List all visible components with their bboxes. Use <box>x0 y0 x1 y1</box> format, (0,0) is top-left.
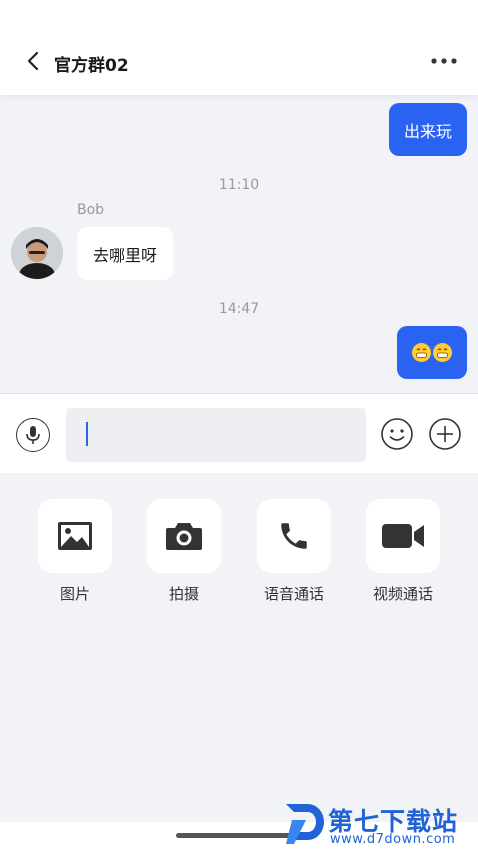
watermark: 第七下载站 www.d7down.com <box>282 798 478 850</box>
more-button[interactable] <box>428 50 460 72</box>
camera-icon <box>166 523 202 550</box>
d7-logo-icon <box>286 804 324 844</box>
message-input[interactable] <box>66 408 366 462</box>
chat-header: 官方群02 <box>0 0 478 95</box>
more-horizontal-icon <box>431 58 457 64</box>
tool-voice-call[interactable]: 语音通话 <box>257 499 331 604</box>
grinning-emoji-icon <box>412 343 431 362</box>
tool-image-button[interactable] <box>38 499 112 573</box>
message-timestamp: 11:10 <box>218 177 260 193</box>
message-timestamp: 14:47 <box>218 301 260 317</box>
message-text: 去哪里呀 <box>92 245 157 265</box>
emoji-message <box>411 343 453 362</box>
user-avatar-image <box>11 227 63 279</box>
grinning-emoji-icon <box>433 343 452 362</box>
emoji-button[interactable] <box>380 417 414 451</box>
tool-label: 视频通话 <box>372 585 433 603</box>
message-list[interactable]: 出来玩 11:10 Bob 去哪里呀 14:47 <box>0 95 478 393</box>
microphone-icon <box>26 426 40 444</box>
tool-camera[interactable]: 拍摄 <box>147 499 221 604</box>
sender-name: Bob <box>77 202 105 218</box>
tool-label: 语音通话 <box>263 585 324 603</box>
image-icon <box>58 522 92 550</box>
message-bubble-incoming[interactable]: 去哪里呀 <box>77 227 173 280</box>
message-bubble-outgoing[interactable]: 出来玩 <box>389 103 467 156</box>
input-bar <box>0 393 478 473</box>
chat-title: 官方群02 <box>54 56 129 76</box>
message-bubble-outgoing[interactable] <box>397 326 467 379</box>
plus-circle-icon <box>429 418 461 450</box>
tool-image[interactable]: 图片 <box>38 499 112 604</box>
back-button[interactable] <box>20 48 46 74</box>
smiley-icon <box>381 418 413 450</box>
tool-label: 拍摄 <box>168 585 199 603</box>
attachment-panel: 图片 拍摄 语音通话 视频通话 <box>0 473 478 822</box>
tool-voice-call-button[interactable] <box>257 499 331 573</box>
tool-video-call-button[interactable] <box>366 499 440 573</box>
avatar[interactable] <box>11 227 63 279</box>
message-text: 出来玩 <box>403 121 452 141</box>
more-actions-button[interactable] <box>428 417 462 451</box>
tool-camera-button[interactable] <box>147 499 221 573</box>
watermark-url: www.d7down.com <box>330 832 456 847</box>
video-camera-icon <box>382 524 424 548</box>
phone-icon <box>281 523 307 549</box>
text-caret <box>86 422 88 446</box>
tool-video-call[interactable]: 视频通话 <box>366 499 440 604</box>
chevron-left-icon <box>27 51 39 71</box>
tool-label: 图片 <box>59 585 90 603</box>
voice-input-button[interactable] <box>16 418 50 452</box>
